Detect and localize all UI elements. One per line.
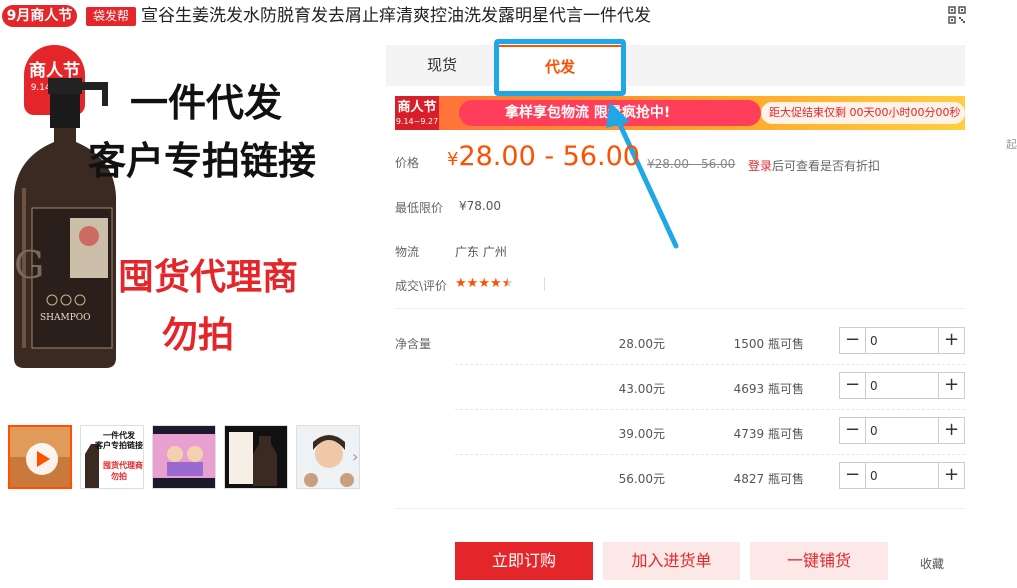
section-divider (395, 508, 965, 509)
sku-stock: 1500 瓶可售 (733, 337, 804, 351)
thumbnail-video[interactable] (8, 425, 72, 489)
half-star-icon: ★ (501, 276, 514, 291)
quantity-stepper: − + (839, 462, 965, 489)
video-thumbnail-image (10, 427, 70, 487)
thumbnail-next-icon[interactable]: › (352, 447, 358, 466)
bag-badge: 袋发帮 (86, 7, 136, 26)
price-range: ¥28.00 - 56.00 (447, 141, 640, 172)
image-warning-2: 勿拍 (162, 315, 235, 356)
quantity-input[interactable] (870, 376, 930, 395)
buy-now-button[interactable]: 立即订购 (455, 542, 593, 580)
annotation-arrow-icon (606, 102, 679, 249)
thumb2-line2: 客户专拍链接 (95, 441, 143, 450)
image-headline-2: 客户专拍链接 (88, 139, 317, 183)
thumbnail-3-image (153, 426, 215, 488)
login-tip-text: 后可查看是否有折扣 (772, 159, 881, 173)
sku-price: 39.00元 (618, 427, 665, 441)
star-icon: ★ (478, 276, 490, 291)
sku-price: 56.00元 (618, 472, 665, 486)
sku-stock: 4693 瓶可售 (733, 382, 804, 396)
banner-countdown: 距大促结束仅剩 00天00小时00分00秒 (761, 102, 965, 124)
plus-icon[interactable]: + (938, 328, 964, 353)
thumb2-red2: 勿拍 (111, 472, 127, 481)
banner-festival-dates: 9.14~9.27 (395, 117, 439, 126)
banner-festival-title: 商人节 (397, 100, 437, 115)
price-range-value: 28.00 - 56.00 (458, 141, 640, 172)
section-divider (395, 308, 965, 309)
sku-price: 43.00元 (618, 382, 665, 396)
plus-icon[interactable]: + (938, 418, 964, 443)
shampoo-bottle-image: G SHAMPOO (14, 78, 116, 368)
thumbnail-3[interactable] (152, 425, 216, 489)
min-price-value: ¥78.00 (459, 199, 501, 213)
quantity-stepper: − + (839, 327, 965, 354)
plus-icon[interactable]: + (938, 463, 964, 488)
tab-in-stock[interactable]: 现货 (400, 45, 484, 86)
plus-icon[interactable]: + (938, 373, 964, 398)
rating-stars[interactable]: ★★★★★ (455, 276, 513, 291)
sku-stock: 4827 瓶可售 (733, 472, 804, 486)
minus-icon[interactable]: − (840, 328, 866, 353)
star-icon: ★ (455, 276, 467, 291)
sku-stock: 4739 瓶可售 (733, 427, 804, 441)
quantity-input[interactable] (870, 466, 930, 485)
thumb2-red1: 囤货代理商 (103, 461, 143, 470)
rating-separator (544, 277, 545, 291)
bottle-label: SHAMPOO (40, 313, 91, 323)
right-edge-text: 起 (1006, 138, 1017, 151)
product-title: 宣谷生姜洗发水防脱育发去屑止痒清爽控油洗发露明星代言一件代发 (141, 6, 651, 26)
festival-badge: 9月商人节 (2, 5, 77, 27)
thumbnail-4[interactable] (224, 425, 288, 489)
minus-icon[interactable]: − (840, 463, 866, 488)
row-divider (455, 409, 965, 410)
highlight-box (494, 39, 626, 96)
image-warning-1: 囤货代理商 (118, 257, 299, 298)
banner-festival-tag: 商人节 9.14~9.27 (395, 96, 439, 130)
quantity-stepper: − + (839, 417, 965, 444)
thumbnail-4-image (225, 426, 287, 488)
image-headline-1: 一件代发 (130, 81, 283, 125)
login-discount-tip: 登录后可查看是否有折扣 (748, 157, 880, 174)
thumbnail-2[interactable]: 一件代发 客户专拍链接 囤货代理商 勿拍 (80, 425, 144, 489)
one-click-distribute-button[interactable]: 一键铺货 (750, 542, 888, 580)
min-price-label: 最低限价 (395, 201, 444, 215)
original-price: ¥28.00 - 56.00 (647, 157, 736, 171)
price-label: 价格 (395, 156, 420, 170)
add-to-cart-button[interactable]: 加入进货单 (603, 542, 740, 580)
favorite-link[interactable]: 收藏 (920, 555, 944, 572)
star-icon: ★ (489, 276, 502, 291)
price-currency: ¥ (447, 149, 459, 170)
minus-icon[interactable]: − (840, 418, 866, 443)
star-icon: ★ (466, 276, 479, 291)
logistics-label: 物流 (395, 245, 420, 259)
quantity-stepper: − + (839, 372, 965, 399)
main-product-image[interactable]: 商人节 9.14~9.27 G SHAMPOO 一件代发 客户专拍链接 囤货代理… (0, 38, 370, 380)
sku-price: 28.00元 (618, 337, 665, 351)
thumbnail-5-image (297, 426, 359, 488)
sku-label: 净含量 (395, 337, 432, 351)
minus-icon[interactable]: − (840, 373, 866, 398)
quantity-input[interactable] (870, 421, 930, 440)
svg-text:G: G (14, 243, 44, 287)
login-link[interactable]: 登录 (748, 159, 772, 173)
logistics-value: 广东 广州 (455, 245, 507, 259)
rating-label: 成交\评价 (395, 279, 448, 293)
row-divider (455, 454, 965, 455)
thumbnail-5[interactable] (296, 425, 360, 489)
quantity-input[interactable] (870, 331, 930, 350)
row-divider (455, 364, 965, 365)
qr-code-icon[interactable] (948, 6, 966, 24)
